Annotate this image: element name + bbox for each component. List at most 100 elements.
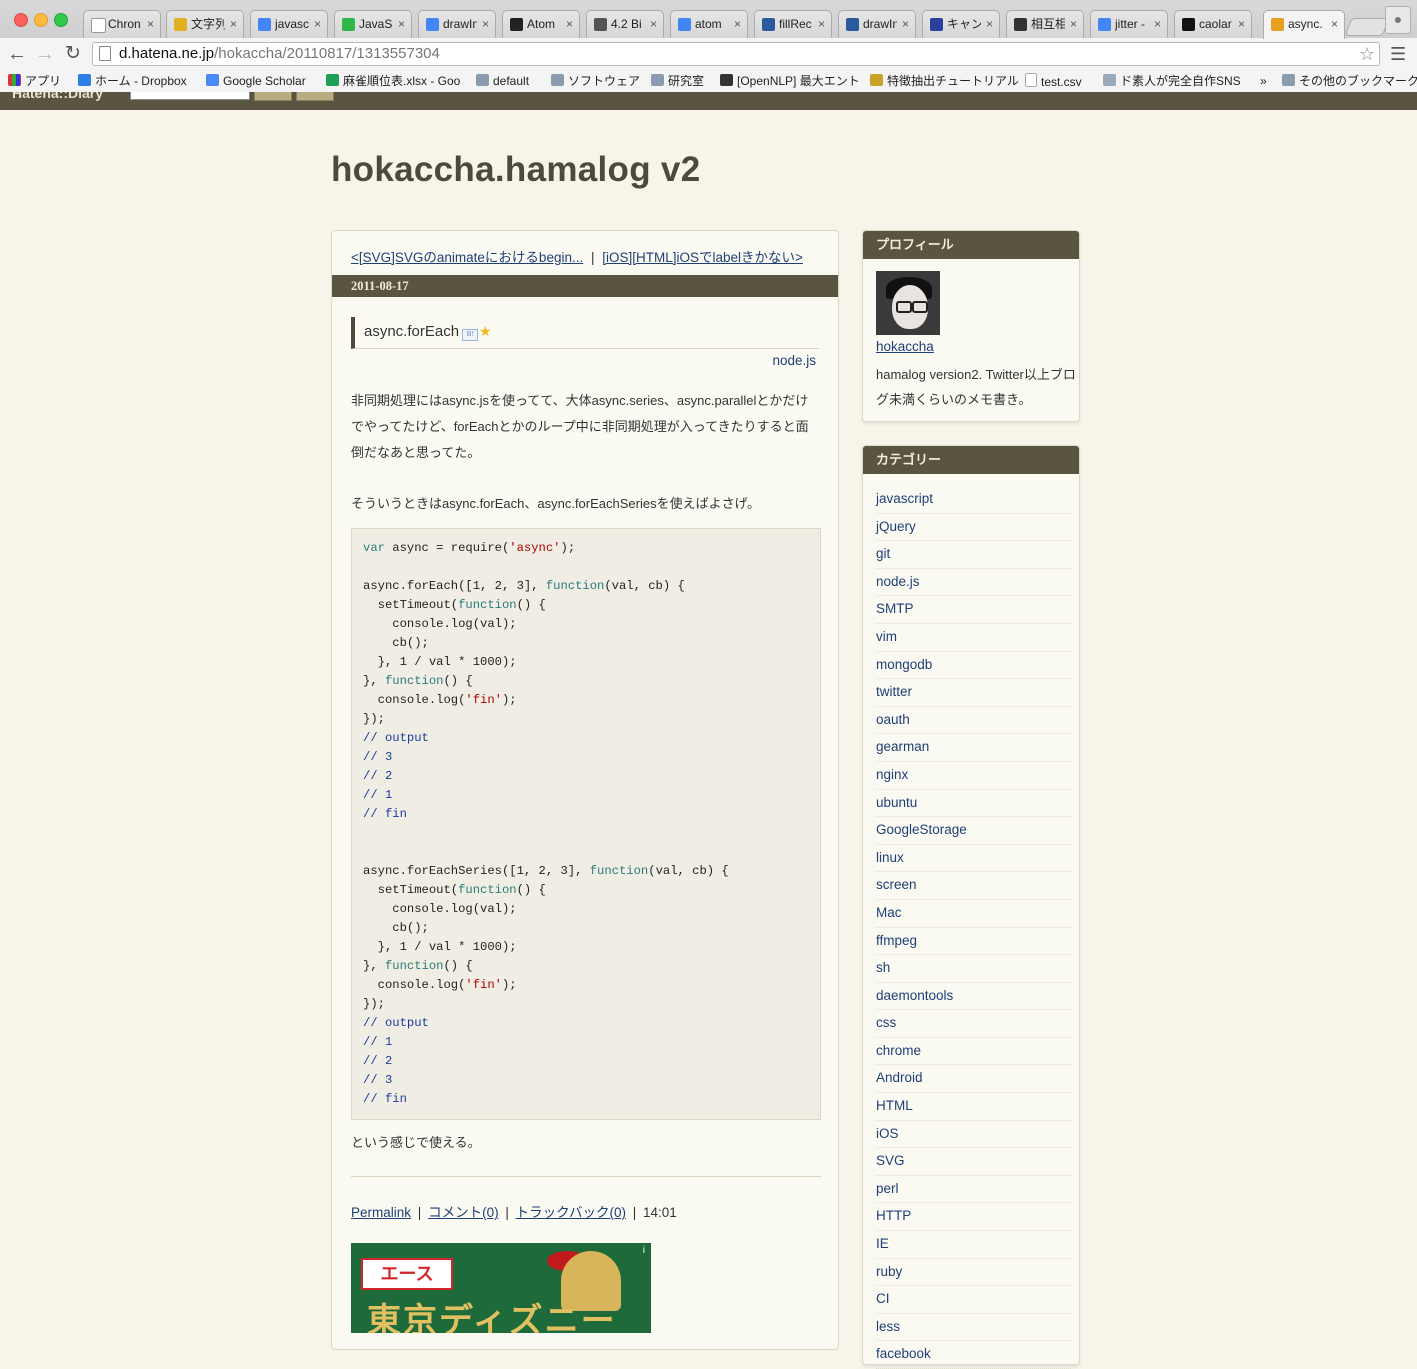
category-link[interactable]: sh — [876, 960, 890, 975]
hatena-search-button[interactable] — [254, 92, 292, 101]
blog-title[interactable]: hokaccha.hamalog v2 — [331, 150, 700, 190]
category-link[interactable]: oauth — [876, 712, 910, 727]
browser-tab[interactable]: 相互相 × — [1006, 10, 1084, 38]
browser-tab[interactable]: caolar × — [1174, 10, 1252, 38]
category-link[interactable]: less — [876, 1319, 900, 1334]
bookmark-test-csv[interactable]: test.csv — [1025, 73, 1082, 90]
browser-tab[interactable]: async. × — [1263, 10, 1345, 39]
category-link[interactable]: perl — [876, 1181, 899, 1196]
hatena-star-icon[interactable]: ★ — [479, 323, 492, 339]
category-link[interactable]: twitter — [876, 684, 912, 699]
category-link[interactable]: IE — [876, 1236, 889, 1251]
category-link[interactable]: ubuntu — [876, 795, 917, 810]
category-link[interactable]: javascript — [876, 491, 933, 506]
profile-icon[interactable]: ● — [1385, 6, 1411, 34]
tab-close-icon[interactable]: × — [818, 11, 825, 38]
category-link[interactable]: node.js — [876, 574, 920, 589]
browser-tab[interactable]: キャン × — [922, 10, 1000, 38]
category-link[interactable]: screen — [876, 877, 917, 892]
back-icon[interactable]: ← — [6, 43, 28, 65]
bookmark-spreadsheet[interactable]: 麻雀順位表.xlsx - Goo — [326, 73, 460, 89]
bookmark-folder-lab[interactable]: 研究室 — [651, 73, 704, 89]
bookmark-folder-software[interactable]: ソフトウェア — [551, 73, 640, 89]
bookmark-google-scholar[interactable]: Google Scholar — [206, 73, 306, 89]
browser-tab[interactable]: fillRec × — [754, 10, 832, 38]
bookmark-star-icon[interactable]: ☆ — [1359, 43, 1375, 65]
bookmark-apps[interactable]: アプリ — [8, 73, 61, 89]
category-link[interactable]: gearman — [876, 739, 929, 754]
browser-tab[interactable]: Chron × — [83, 10, 161, 38]
category-link[interactable]: HTTP — [876, 1208, 911, 1223]
category-link[interactable]: ruby — [876, 1264, 902, 1279]
category-link[interactable]: vim — [876, 629, 897, 644]
hatena-logo[interactable]: Hatena::Diary — [12, 92, 103, 101]
browser-tab[interactable]: atom × — [670, 10, 748, 38]
address-bar[interactable]: d.hatena.ne.jp/hokaccha/20110817/1313557… — [92, 42, 1380, 66]
tab-close-icon[interactable]: × — [566, 11, 573, 38]
maximize-window-button[interactable] — [54, 13, 68, 27]
browser-tab[interactable]: Atom × — [502, 10, 580, 38]
ad-banner[interactable]: エース 東京ディズニー i — [351, 1243, 651, 1333]
tab-close-icon[interactable]: × — [1154, 11, 1161, 38]
browser-tab[interactable]: 文字列 × — [166, 10, 244, 38]
ad-info-icon[interactable]: i — [643, 1245, 645, 1256]
bookmark-sns[interactable]: ド素人が完全自作SNS — [1103, 73, 1241, 89]
category-link[interactable]: chrome — [876, 1043, 921, 1058]
permalink-link[interactable]: Permalink — [351, 1205, 411, 1220]
category-link[interactable]: SVG — [876, 1153, 905, 1168]
category-link[interactable]: css — [876, 1015, 896, 1030]
tab-close-icon[interactable]: × — [398, 11, 405, 38]
category-link[interactable]: mongodb — [876, 657, 932, 672]
entry-category-link[interactable]: node.js — [772, 353, 816, 368]
hatena-button[interactable] — [296, 92, 334, 101]
category-link[interactable]: git — [876, 546, 890, 561]
category-link[interactable]: HTML — [876, 1098, 913, 1113]
hatena-bookmark-icon[interactable]: B! — [462, 329, 479, 341]
hatena-search-input[interactable] — [130, 92, 250, 100]
tab-close-icon[interactable]: × — [986, 11, 993, 38]
forward-icon[interactable]: → — [34, 43, 56, 65]
bookmark-other[interactable]: その他のブックマーク — [1282, 73, 1417, 89]
category-link[interactable]: CI — [876, 1291, 890, 1306]
bookmark-dropbox[interactable]: ホーム - Dropbox — [78, 73, 187, 89]
category-link[interactable]: ffmpeg — [876, 933, 917, 948]
category-link[interactable]: GoogleStorage — [876, 822, 967, 837]
trackback-link[interactable]: トラックバック(0) — [516, 1205, 626, 1220]
category-link[interactable]: Android — [876, 1070, 923, 1085]
bookmark-folder-default[interactable]: default — [476, 73, 529, 89]
reload-icon[interactable]: ↻ — [62, 43, 84, 65]
browser-tab[interactable]: JavaS × — [334, 10, 412, 38]
category-link[interactable]: facebook — [876, 1346, 931, 1361]
bookmark-overflow[interactable]: » — [1260, 73, 1267, 89]
profile-name-link[interactable]: hokaccha — [876, 339, 934, 354]
entry-date[interactable]: 2011-08-17 — [332, 275, 838, 297]
category-link[interactable]: SMTP — [876, 601, 914, 616]
new-tab-button[interactable] — [1344, 18, 1390, 36]
tab-close-icon[interactable]: × — [902, 11, 909, 38]
tab-close-icon[interactable]: × — [1070, 11, 1077, 38]
menu-icon[interactable]: ☰ — [1390, 43, 1406, 65]
category-link[interactable]: jQuery — [876, 519, 916, 534]
comment-link[interactable]: コメント(0) — [428, 1205, 499, 1220]
prev-entry-link[interactable]: <[SVG]SVGのanimateにおけるbegin... — [351, 250, 583, 265]
category-link[interactable]: linux — [876, 850, 904, 865]
bookmark-tutorial[interactable]: 特徴抽出チュートリアル — [870, 73, 1019, 89]
category-link[interactable]: iOS — [876, 1126, 899, 1141]
tab-close-icon[interactable]: × — [230, 11, 237, 38]
tab-close-icon[interactable]: × — [147, 11, 154, 38]
browser-tab[interactable]: javasc × — [250, 10, 328, 38]
minimize-window-button[interactable] — [34, 13, 48, 27]
tab-close-icon[interactable]: × — [650, 11, 657, 38]
browser-tab[interactable]: 4.2 Bi × — [586, 10, 664, 38]
tab-close-icon[interactable]: × — [1238, 11, 1245, 38]
next-entry-link[interactable]: [iOS][HTML]iOSでlabelきかない> — [602, 250, 803, 265]
category-link[interactable]: daemontools — [876, 988, 953, 1003]
browser-tab[interactable]: drawIn × — [838, 10, 916, 38]
tab-close-icon[interactable]: × — [1331, 11, 1338, 38]
tab-close-icon[interactable]: × — [734, 11, 741, 38]
browser-tab[interactable]: jitter - × — [1090, 10, 1168, 38]
category-link[interactable]: Mac — [876, 905, 902, 920]
entry-title[interactable]: async.forEach — [364, 323, 459, 340]
browser-tab[interactable]: drawIn × — [418, 10, 496, 38]
category-link[interactable]: nginx — [876, 767, 908, 782]
